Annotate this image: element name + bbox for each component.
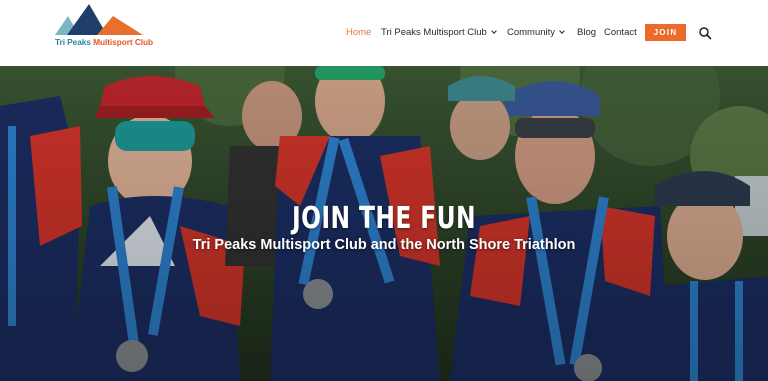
site-header: Tri Peaks Multisport Club Home Tri Peaks… [0,0,768,66]
nav-item-blog[interactable]: Blog [577,27,596,38]
logo-text-part2: Multisport Club [93,37,154,47]
nav-item-home-label: Home [346,27,372,38]
search-button[interactable] [698,26,712,40]
search-icon [699,27,712,40]
nav-item-blog-label: Blog [577,27,597,38]
site-logo[interactable]: Tri Peaks Multisport Club [55,4,153,48]
join-button[interactable]: JOIN [645,24,686,41]
nav-item-home[interactable]: Home [346,27,371,38]
chevron-down-icon [559,28,565,34]
nav-item-community[interactable]: Community [507,27,565,38]
logo-text-part1: Tri Peaks [55,37,91,47]
chevron-down-icon [490,28,497,34]
nav-item-contact[interactable]: Contact [604,27,637,38]
hero-banner: JOIN THE FUN Tri Peaks Multisport Club a… [0,66,768,381]
hero-subtitle: Tri Peaks Multisport Club and the North … [192,237,576,253]
mountain-peaks-logo-icon [55,4,143,35]
logo-text: Tri Peaks Multisport Club [55,37,153,47]
nav-item-club-label: Tri Peaks Multisport Club [381,27,487,38]
hero-title: JOIN THE FUN [292,201,476,236]
nav-item-community-label: Community [507,27,556,38]
nav-item-tri-peaks-multisport-club[interactable]: Tri Peaks Multisport Club [381,27,497,38]
nav-item-contact-label: Contact [604,27,637,38]
